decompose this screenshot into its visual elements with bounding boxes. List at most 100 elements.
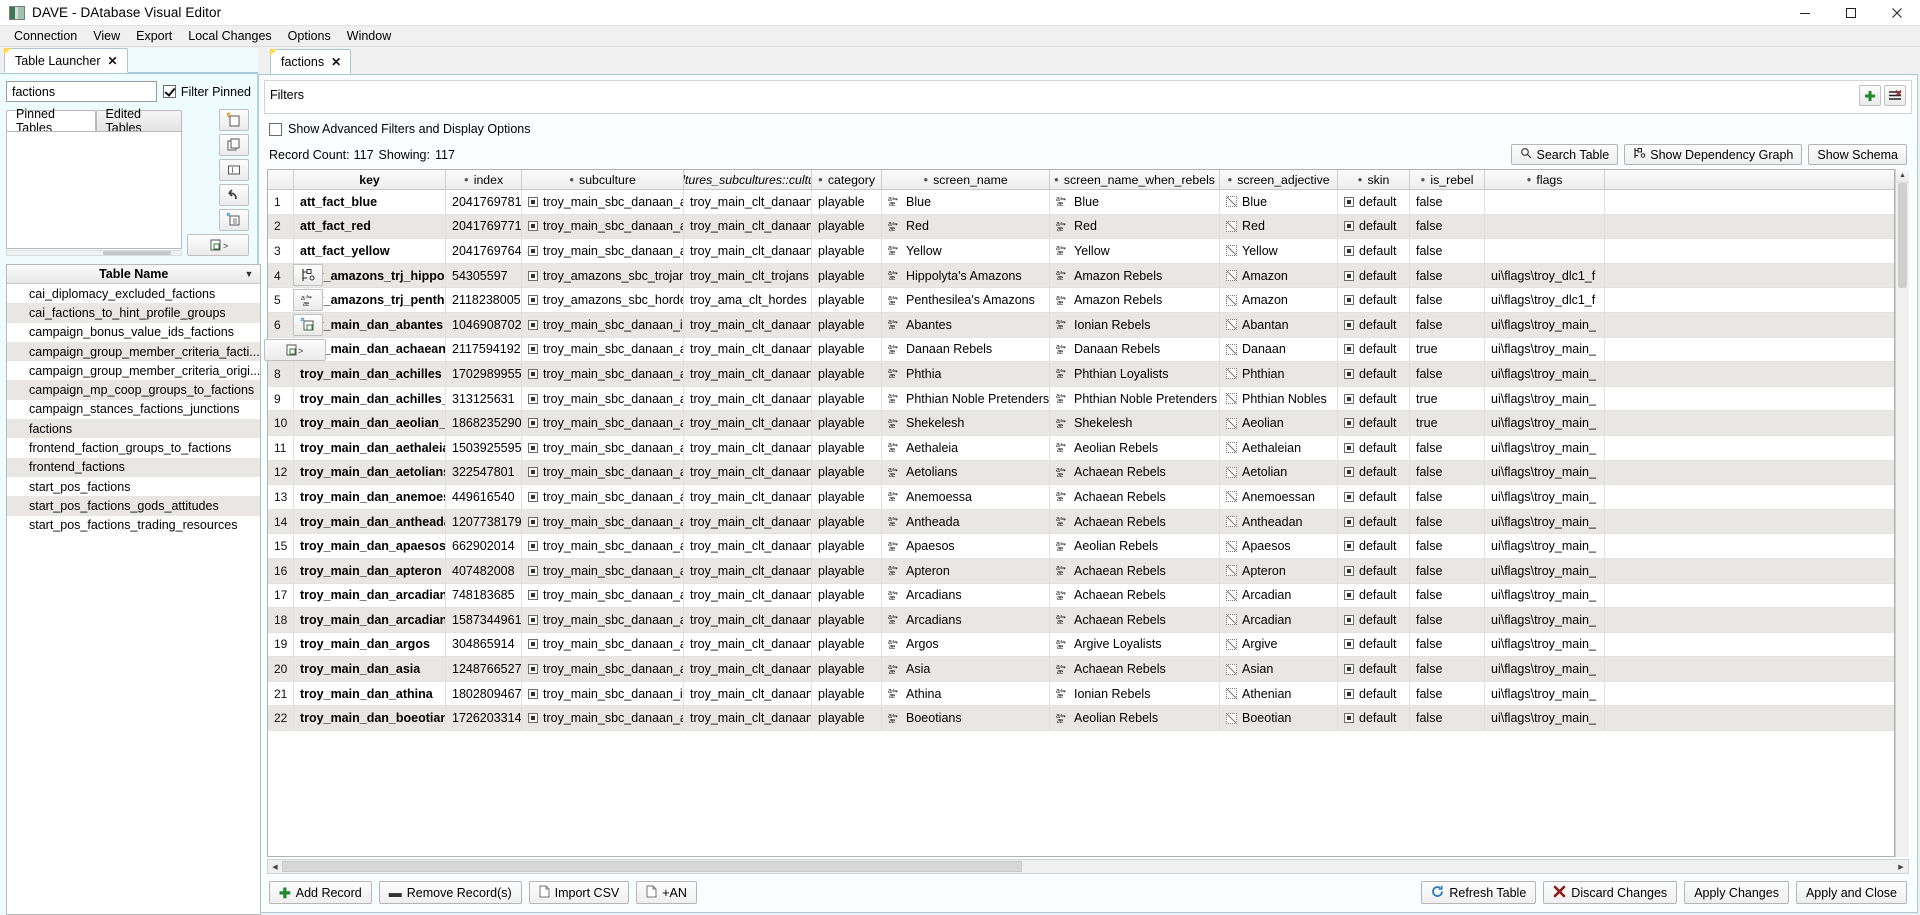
hscroll-thumb[interactable] [282,861,1022,872]
cell-screen-name-when-rebels[interactable]: a ⇋ æ Achaean Rebels [1050,608,1220,632]
cell-flags[interactable]: ui\flags\troy_main_ [1485,362,1605,386]
column-header-index[interactable]: ● index [446,170,522,189]
table-row[interactable]: 4troy_amazons_trj_hippolyta54305597troy_… [268,263,1894,289]
cell-screen-adjective[interactable]: Red [1220,214,1338,239]
cell-screen-name[interactable]: a ⇋ æ Apteron [882,558,1050,583]
cell-subculture[interactable]: troy_amazons_sbc_horde_amaz... [522,288,684,312]
table-search-input[interactable] [6,81,157,102]
table-row[interactable]: 20 troy_main_dan_asia 1248766527 troy_main_… [268,657,1894,682]
cell-category[interactable]: playable [812,460,882,485]
cell-screen-adjective[interactable]: Aetolian [1220,460,1338,485]
cell-category[interactable]: playable [812,509,882,534]
cell-skin[interactable]: default [1338,632,1410,657]
cell-index[interactable]: 1046908702 [446,312,522,337]
cell-screen-name-when-rebels[interactable]: a ⇋ æ Amazon Rebels [1050,288,1220,312]
cell-screen-name[interactable]: a ⇋ æ Abantes [882,312,1050,337]
cell-flags[interactable]: ui\flags\troy_main_ [1485,608,1605,632]
cell-category[interactable]: playable [812,608,882,632]
cell-screen-name-when-rebels[interactable]: a ⇋ æ Achaean Rebels [1050,558,1220,583]
list-item[interactable]: campaign_bonus_value_ids_factions [7,323,260,342]
cell-screen-name-when-rebels[interactable]: a ⇋ æ Ionian Rebels [1050,312,1220,337]
cell-skin[interactable]: default [1338,509,1410,534]
cell-is-rebel[interactable]: false [1410,681,1485,706]
scroll-up-icon[interactable]: ▲ [1896,169,1909,183]
cell-subculture[interactable]: troy_main_sbc_danaan_ionians [522,312,684,337]
grid-body[interactable]: 1 att_fact_blue 2041769781 troy_main_sbc_da… [268,190,1894,856]
cell-screen-adjective[interactable]: Asian [1220,657,1338,681]
cell-flags[interactable] [1485,190,1605,214]
minimize-icon[interactable] [1782,0,1828,26]
cell-skin[interactable]: default [1338,411,1410,435]
cell-index[interactable]: 54305597 [446,263,522,288]
cell-skin[interactable]: default [1338,263,1410,288]
new-table-icon-button[interactable] [219,109,249,131]
factions-data-grid[interactable]: key ●index ●subculture cultures_subcultu… [267,169,1895,857]
tab-edited-tables[interactable]: Edited Tables [95,107,182,135]
table-row[interactable]: 10troy_main_dan_aeolian_rebels1868235290… [268,411,1894,436]
cell-index[interactable]: 313125631 [446,386,522,411]
column-header-culture[interactable]: cultures_subcultures::culture [684,170,812,189]
cell-skin[interactable]: default [1338,681,1410,706]
cell-skin[interactable]: default [1338,362,1410,386]
cell-skin[interactable]: default [1338,706,1410,731]
cell-screen-name-when-rebels[interactable]: a ⇋ æ Red [1050,214,1220,239]
tab-close-icon[interactable]: ✕ [107,54,117,68]
cell-flags[interactable]: ui\flags\troy_main_ [1485,337,1605,362]
cell-index[interactable]: 407482008 [446,558,522,583]
cell-skin[interactable]: default [1338,190,1410,214]
pinned-list-hscrollbar[interactable] [6,250,182,256]
cell-screen-adjective[interactable]: Antheadan [1220,509,1338,534]
cell-flags[interactable] [1485,239,1605,263]
new-entry-icon-button[interactable] [219,209,249,231]
cell-screen-name-when-rebels[interactable]: a ⇋ æ Shekelesh [1050,411,1220,435]
cell-subculture[interactable]: troy_main_sbc_danaan_achaeans [522,214,684,239]
tab-pinned-tables[interactable]: Pinned Tables [6,107,96,135]
cell-index[interactable]: 2041769771 [446,214,522,239]
cell-is-rebel[interactable]: false [1410,509,1485,534]
table-row[interactable]: 14 troy_main_dan_antheada 1207738179 troy_m… [268,509,1894,535]
cell-index[interactable]: 1248766527 [446,657,522,681]
pinned-tables-list[interactable] [6,131,182,249]
remove-records-button[interactable]: ▬ Remove Record(s) [378,881,522,904]
cell-skin[interactable]: default [1338,288,1410,312]
cell-screen-adjective[interactable]: Athenian [1220,681,1338,706]
cell-screen-adjective[interactable]: Abantan [1220,312,1338,337]
cell-category[interactable]: playable [812,681,882,706]
cell-index[interactable]: 1868235290 [446,411,522,435]
cell-flags[interactable]: ui\flags\troy_main_ [1485,411,1605,435]
cell-screen-name[interactable]: a ⇋ æ Phthia [882,362,1050,386]
cell-key[interactable]: att_fact_blue [294,190,446,214]
scroll-left-icon[interactable]: ◀ [268,863,282,871]
tab-close-icon[interactable]: ✕ [331,55,341,69]
tab-table-launcher[interactable]: Table Launcher ✕ [4,48,128,73]
apply-and-close-button[interactable]: Apply and Close [1795,881,1907,904]
list-item[interactable]: start_pos_factions_trading_resources [7,516,260,535]
column-header-screen-adjective[interactable]: ● screen_adjective [1220,170,1338,189]
cell-screen-name[interactable]: a ⇋ æ Boeotians [882,706,1050,731]
cell-flags[interactable]: ui\flags\troy_main_ [1485,509,1605,534]
cell-screen-name[interactable]: a ⇋ æ Blue [882,190,1050,214]
cell-index[interactable]: 2041769781 [446,190,522,214]
cell-screen-name[interactable]: a ⇋ æ Asia [882,657,1050,681]
cell-screen-name-when-rebels[interactable]: a ⇋ æ Achaean Rebels [1050,460,1220,485]
cell-subculture[interactable]: troy_main_sbc_danaan_aeolians [522,435,684,460]
cell-category[interactable]: playable [812,386,882,411]
cell-index[interactable]: 662902014 [446,534,522,558]
table-row[interactable]: 11 troy_main_dan_aethaleia 1503925595 troy_… [268,435,1894,461]
dependency-graph-icon-button[interactable] [293,264,324,286]
cell-subculture[interactable]: troy_main_sbc_danaan_achaeans [522,362,684,386]
column-header-flags[interactable]: ● flags [1485,170,1605,189]
cell-index[interactable]: 1503925595 [446,435,522,460]
cell-screen-name-when-rebels[interactable]: a ⇋ æ Argive Loyalists [1050,632,1220,657]
cell-screen-name[interactable]: a ⇋ æ Anemoessa [882,485,1050,509]
list-item[interactable]: frontend_factions [7,457,261,477]
list-item[interactable]: cai_diplomacy_excluded_factions [7,284,260,303]
cell-screen-name[interactable]: a ⇋ æ Argos [882,632,1050,657]
advanced-filters-checkbox[interactable] [269,122,282,136]
table-row[interactable]: 12 troy_main_dan_aetolians 322547801 troy_m… [268,460,1894,486]
cell-category[interactable]: playable [812,239,882,263]
apply-changes-button[interactable]: Apply Changes [1684,881,1789,904]
cell-key[interactable]: att_fact_red [294,214,446,239]
cell-screen-adjective[interactable]: Aeolian [1220,411,1338,435]
cell-screen-name-when-rebels[interactable]: a ⇋ æ Amazon Rebels [1050,263,1220,288]
